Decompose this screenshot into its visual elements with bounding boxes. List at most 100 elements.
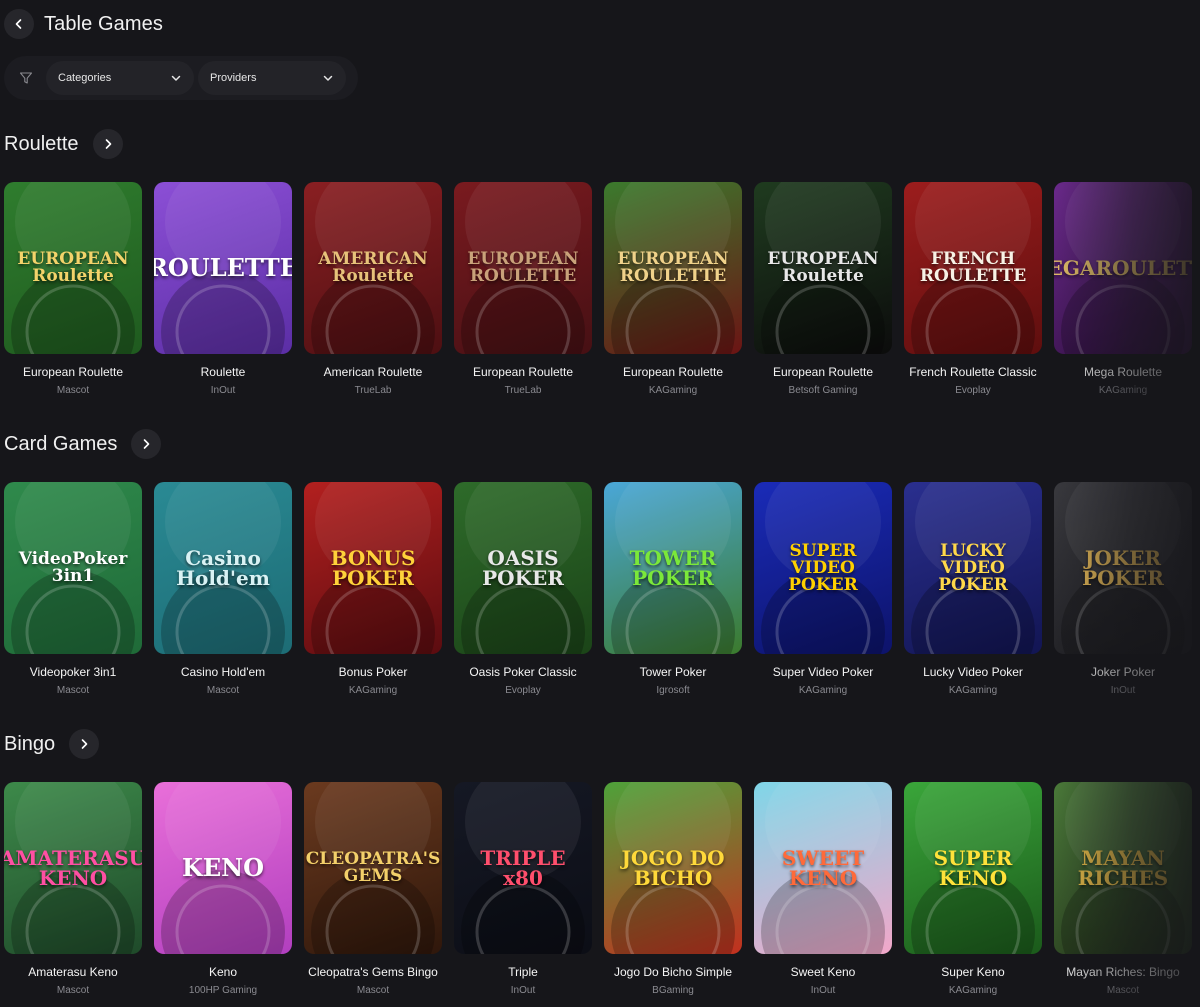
game-thumbnail[interactable]: JOGO DO BICHO bbox=[604, 782, 742, 954]
game-card[interactable]: AMERICAN Roulette American Roulette TrueLa… bbox=[304, 182, 442, 412]
game-card[interactable]: EUROPEAN ROULETTE European Roulette TrueLa… bbox=[454, 182, 592, 412]
section-more-button[interactable] bbox=[131, 429, 162, 459]
section-more-button[interactable] bbox=[92, 129, 123, 159]
game-thumbnail[interactable]: OASIS POKER bbox=[454, 482, 592, 654]
game-name[interactable]: Triple bbox=[454, 965, 592, 979]
game-thumbnail[interactable]: AMATERASU KENO bbox=[4, 782, 142, 954]
game-name[interactable]: Super Keno bbox=[904, 965, 1042, 979]
categories-dropdown[interactable]: Categories bbox=[46, 61, 194, 95]
game-art-title: EUROPEAN Roulette bbox=[17, 249, 129, 286]
game-art-title: EUROPEAN ROULETTE bbox=[617, 249, 729, 286]
game-card[interactable]: JOGO DO BICHO Jogo Do Bicho Simple BGaming bbox=[604, 782, 742, 1007]
game-card[interactable]: SUPER VIDEO POKER Super Video Poker KAGami… bbox=[754, 482, 892, 712]
game-name[interactable]: Casino Hold'em bbox=[154, 665, 292, 679]
game-name[interactable]: Keno bbox=[154, 965, 292, 979]
game-provider: Evoplay bbox=[955, 385, 991, 396]
game-thumbnail[interactable]: MEGAROULETTE bbox=[1054, 182, 1192, 354]
game-card[interactable]: MEGAROULETTE Mega Roulette KAGaming bbox=[1054, 182, 1192, 412]
game-thumbnail[interactable]: Casino Hold'em bbox=[154, 482, 292, 654]
game-card[interactable]: KENO Keno 100HP Gaming bbox=[154, 782, 292, 1007]
game-thumbnail[interactable]: LUCKY VIDEO POKER bbox=[904, 482, 1042, 654]
game-name[interactable]: Joker Poker bbox=[1054, 665, 1192, 679]
game-card[interactable]: CLEOPATRA'S GEMS Cleopatra's Gems Bingo Ma… bbox=[304, 782, 442, 1007]
game-thumbnail[interactable]: FRENCH ROULETTE bbox=[904, 182, 1042, 354]
game-thumbnail[interactable]: ROULETTE bbox=[154, 182, 292, 354]
game-thumbnail[interactable]: SUPER VIDEO POKER bbox=[754, 482, 892, 654]
game-name[interactable]: European Roulette bbox=[604, 365, 742, 379]
providers-label: Providers bbox=[210, 72, 257, 84]
game-name[interactable]: European Roulette bbox=[754, 365, 892, 379]
game-name[interactable]: Super Video Poker bbox=[754, 665, 892, 679]
game-card[interactable]: ROULETTE Roulette InOut bbox=[154, 182, 292, 412]
game-thumbnail[interactable]: KENO bbox=[154, 782, 292, 954]
game-name[interactable]: Bonus Poker bbox=[304, 665, 442, 679]
section-header-roulette: Roulette bbox=[4, 129, 123, 159]
back-button[interactable] bbox=[4, 9, 34, 39]
game-thumbnail[interactable]: TOWER POKER bbox=[604, 482, 742, 654]
game-card[interactable]: TOWER POKER Tower Poker Igrosoft bbox=[604, 482, 742, 712]
game-card[interactable]: Casino Hold'em Casino Hold'em Mascot bbox=[154, 482, 292, 712]
game-name[interactable]: Amaterasu Keno bbox=[4, 965, 142, 979]
chevron-left-icon bbox=[15, 19, 22, 29]
chevron-down-icon bbox=[171, 75, 181, 81]
game-card[interactable]: EUROPEAN Roulette European Roulette Betsof… bbox=[754, 182, 892, 412]
game-thumbnail[interactable]: CLEOPATRA'S GEMS bbox=[304, 782, 442, 954]
filter-bar: Categories Providers bbox=[4, 56, 358, 100]
game-name[interactable]: Sweet Keno bbox=[754, 965, 892, 979]
game-name[interactable]: Mega Roulette bbox=[1054, 365, 1192, 379]
game-name[interactable]: Mayan Riches: Bingo bbox=[1054, 965, 1192, 979]
game-name[interactable]: Cleopatra's Gems Bingo bbox=[304, 965, 442, 979]
game-card[interactable]: VideoPoker 3in1 Videopoker 3in1 Mascot bbox=[4, 482, 142, 712]
game-card[interactable]: FRENCH ROULETTE French Roulette Classic Ev… bbox=[904, 182, 1042, 412]
game-thumbnail[interactable]: EUROPEAN Roulette bbox=[4, 182, 142, 354]
section-title: Roulette bbox=[4, 132, 79, 155]
game-card[interactable]: EUROPEAN Roulette European Roulette Mascot bbox=[4, 182, 142, 412]
game-card[interactable]: SWEET KENO Sweet Keno InOut bbox=[754, 782, 892, 1007]
game-thumbnail[interactable]: AMERICAN Roulette bbox=[304, 182, 442, 354]
game-card[interactable]: LUCKY VIDEO POKER Lucky Video Poker KAGami… bbox=[904, 482, 1042, 712]
game-thumbnail[interactable]: EUROPEAN ROULETTE bbox=[604, 182, 742, 354]
providers-dropdown[interactable]: Providers bbox=[198, 61, 346, 95]
categories-label: Categories bbox=[58, 72, 112, 84]
game-card[interactable]: EUROPEAN ROULETTE European Roulette KAGami… bbox=[604, 182, 742, 412]
game-name[interactable]: Roulette bbox=[154, 365, 292, 379]
game-thumbnail[interactable]: EUROPEAN ROULETTE bbox=[454, 182, 592, 354]
game-card[interactable]: OASIS POKER Oasis Poker Classic Evoplay bbox=[454, 482, 592, 712]
section-more-button[interactable] bbox=[69, 729, 100, 759]
game-card[interactable]: JOKER POKER Joker Poker InOut bbox=[1054, 482, 1192, 712]
game-thumbnail[interactable]: BONUS POKER bbox=[304, 482, 442, 654]
game-card[interactable]: BONUS POKER Bonus Poker KAGaming bbox=[304, 482, 442, 712]
game-art-title: SUPER VIDEO POKER bbox=[788, 540, 858, 595]
game-card[interactable]: MAYAN RICHES Mayan Riches: Bingo Mascot bbox=[1054, 782, 1192, 1007]
game-name[interactable]: American Roulette bbox=[304, 365, 442, 379]
game-art-title: ROULETTE bbox=[154, 253, 292, 282]
game-card[interactable]: AMATERASU KENO Amaterasu Keno Mascot bbox=[4, 782, 142, 1007]
game-name[interactable]: European Roulette bbox=[454, 365, 592, 379]
game-art-title: SUPER KENO bbox=[933, 846, 1013, 890]
game-provider: TrueLab bbox=[354, 385, 392, 396]
game-name[interactable]: Tower Poker bbox=[604, 665, 742, 679]
games-row-card-games: VideoPoker 3in1 Videopoker 3in1 Mascot Casi… bbox=[4, 482, 1200, 712]
filter-icon[interactable] bbox=[10, 62, 42, 94]
game-thumbnail[interactable]: TRIPLE x80 bbox=[454, 782, 592, 954]
game-name[interactable]: European Roulette bbox=[4, 365, 142, 379]
game-name[interactable]: Videopoker 3in1 bbox=[4, 665, 142, 679]
game-thumbnail[interactable]: MAYAN RICHES bbox=[1054, 782, 1192, 954]
game-name[interactable]: Lucky Video Poker bbox=[904, 665, 1042, 679]
game-thumbnail[interactable]: SUPER KENO bbox=[904, 782, 1042, 954]
section-header-card-games: Card Games bbox=[4, 429, 162, 459]
section-title: Bingo bbox=[4, 732, 56, 755]
game-card[interactable]: TRIPLE x80 Triple InOut bbox=[454, 782, 592, 1007]
games-row-roulette: EUROPEAN Roulette European Roulette Mascot… bbox=[4, 182, 1200, 412]
game-card[interactable]: SUPER KENO Super Keno KAGaming bbox=[904, 782, 1042, 1007]
game-thumbnail[interactable]: JOKER POKER bbox=[1054, 482, 1192, 654]
game-name[interactable]: French Roulette Classic bbox=[904, 365, 1042, 379]
game-thumbnail[interactable]: VideoPoker 3in1 bbox=[4, 482, 142, 654]
game-provider: Mascot bbox=[56, 985, 90, 996]
game-thumbnail[interactable]: EUROPEAN Roulette bbox=[754, 182, 892, 354]
game-art-title: VideoPoker 3in1 bbox=[18, 549, 128, 586]
game-provider: Mascot bbox=[206, 685, 240, 696]
game-name[interactable]: Jogo Do Bicho Simple bbox=[604, 965, 742, 979]
game-name[interactable]: Oasis Poker Classic bbox=[454, 665, 592, 679]
game-thumbnail[interactable]: SWEET KENO bbox=[754, 782, 892, 954]
